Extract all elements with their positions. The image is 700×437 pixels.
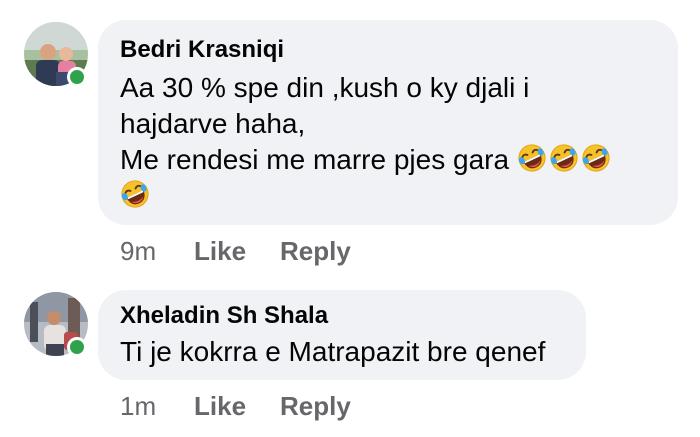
comment-actions: 9m Like Reply — [120, 236, 351, 267]
like-button[interactable]: Like — [194, 236, 280, 267]
reply-button[interactable]: Reply — [280, 391, 351, 422]
comment-text-line: hajdarve haha, — [120, 108, 306, 139]
comment-actions: 1m Like Reply — [120, 391, 351, 422]
comment-2: Xheladin Sh Shala Ti je kokrra e Matrapa… — [0, 288, 700, 437]
comment-text-line-with-emoji: Me rendesi me marre pjes gara — [120, 142, 658, 178]
comment-emoji-line — [120, 178, 658, 214]
rofl-emoji-icon — [120, 179, 150, 209]
rofl-emoji-icon — [581, 143, 611, 173]
comment-bubble[interactable]: Xheladin Sh Shala Ti je kokrra e Matrapa… — [98, 290, 586, 380]
rofl-emoji-icon — [549, 143, 579, 173]
comment-1: Bedri Krasniqi Aa 30 % spe din ,kush o k… — [0, 0, 700, 290]
online-status-icon — [67, 67, 87, 87]
comment-author[interactable]: Xheladin Sh Shala — [120, 302, 566, 330]
comment-bubble[interactable]: Bedri Krasniqi Aa 30 % spe din ,kush o k… — [98, 20, 678, 225]
comment-text-fragment: Me rendesi me marre pjes gara — [120, 144, 510, 175]
like-button[interactable]: Like — [194, 391, 280, 422]
reply-button[interactable]: Reply — [280, 236, 351, 267]
online-status-icon — [67, 337, 87, 357]
comment-text-line: Ti je kokrra e Matrapazit bre qenef — [120, 336, 546, 367]
comment-timestamp[interactable]: 9m — [120, 236, 194, 267]
comment-timestamp[interactable]: 1m — [120, 391, 194, 422]
comment-author[interactable]: Bedri Krasniqi — [120, 36, 658, 64]
rofl-emoji-icon — [517, 143, 547, 173]
comment-text-line: Aa 30 % spe din ,kush o ky djali i — [120, 72, 530, 103]
